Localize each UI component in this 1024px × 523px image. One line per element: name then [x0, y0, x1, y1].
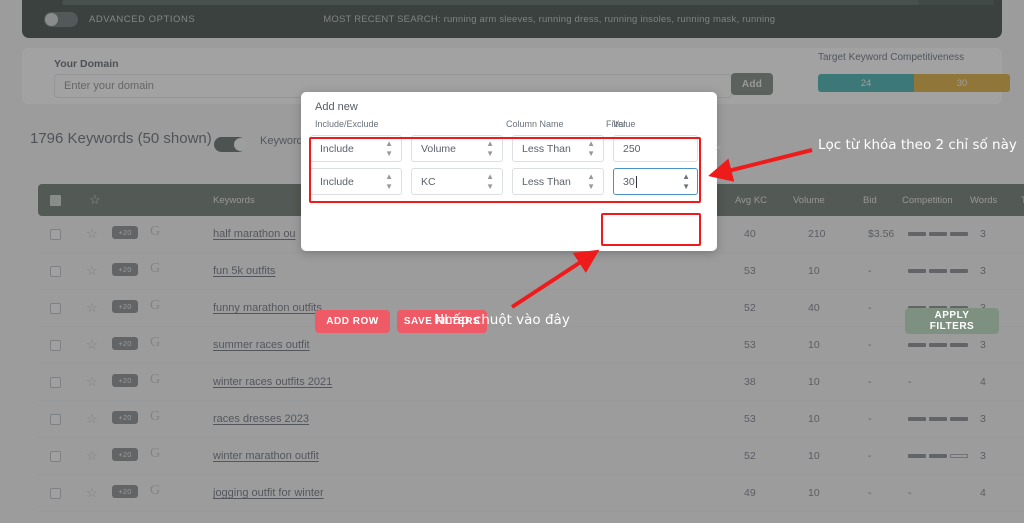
- arrow-to-filter-rows: [510, 148, 813, 309]
